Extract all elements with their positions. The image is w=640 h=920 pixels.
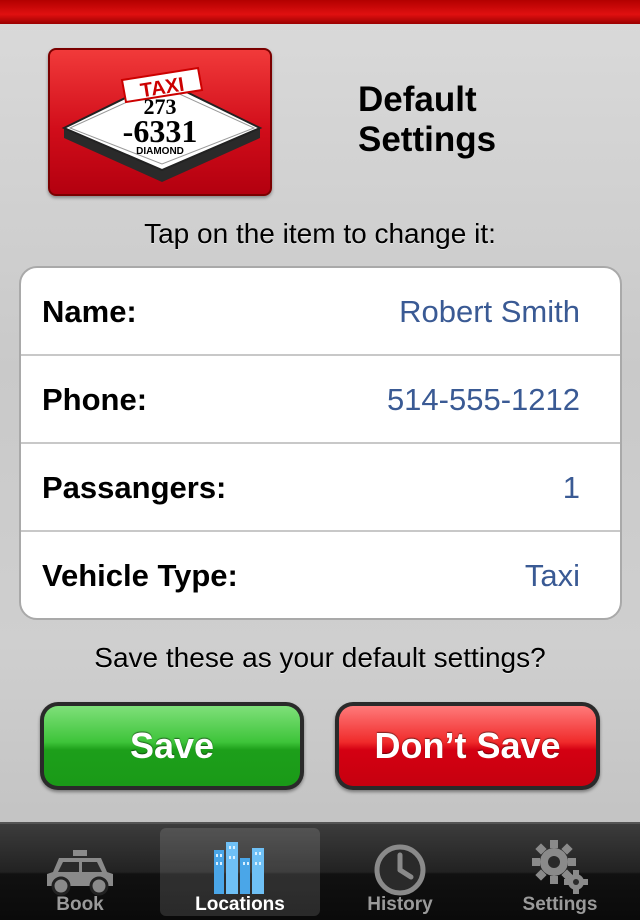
tab-label: Book — [56, 894, 104, 915]
tab-bar: Book Locations History Settings — [0, 822, 640, 920]
setting-row-name[interactable]: Name: Robert Smith — [21, 268, 620, 356]
logo-line2: -6331 — [123, 113, 198, 149]
tab-settings[interactable]: Settings — [480, 824, 640, 920]
tab-label: Locations — [195, 894, 285, 915]
taxi-diamond-logo: TAXI 273 -6331 DIAMOND — [48, 48, 272, 196]
status-bar — [0, 0, 640, 24]
tab-locations[interactable]: Locations — [160, 828, 320, 916]
setting-row-passengers[interactable]: Passangers: 1 — [21, 444, 620, 532]
tab-history[interactable]: History — [320, 824, 480, 920]
instruction-text: Tap on the item to change it: — [144, 218, 496, 249]
setting-label: Phone: — [42, 382, 148, 417]
gears-icon — [525, 838, 595, 896]
logo-bottom-word: DIAMOND — [136, 146, 184, 157]
settings-list: Name: Robert Smith Phone: 514-555-1212 P… — [19, 266, 622, 620]
city-buildings-icon — [205, 838, 275, 896]
dont-save-button-label: Don’t Save — [339, 706, 596, 786]
tab-book[interactable]: Book — [0, 824, 160, 920]
save-question-text: Save these as your default settings? — [94, 642, 546, 673]
setting-row-phone[interactable]: Phone: 514-555-1212 — [21, 356, 620, 444]
setting-row-vehicle-type[interactable]: Vehicle Type: Taxi — [21, 532, 620, 618]
car-icon — [45, 838, 115, 896]
save-button[interactable]: Save — [40, 702, 304, 790]
tab-label: History — [367, 894, 433, 915]
clock-icon — [365, 838, 435, 896]
setting-value: Robert Smith — [399, 294, 580, 329]
setting-label: Vehicle Type: — [42, 558, 238, 593]
setting-value: 514-555-1212 — [386, 382, 580, 417]
setting-value: Taxi — [524, 558, 580, 593]
dont-save-button[interactable]: Don’t Save — [335, 702, 600, 790]
setting-label: Name: — [42, 294, 137, 329]
tab-label: Settings — [522, 894, 598, 915]
page-title-line1: Default — [358, 80, 477, 119]
page-title: Default Settings — [358, 80, 598, 160]
setting-label: Passangers: — [42, 470, 227, 505]
save-button-label: Save — [44, 706, 300, 786]
setting-value: 1 — [562, 470, 580, 505]
page-title-line2: Settings — [358, 120, 497, 159]
